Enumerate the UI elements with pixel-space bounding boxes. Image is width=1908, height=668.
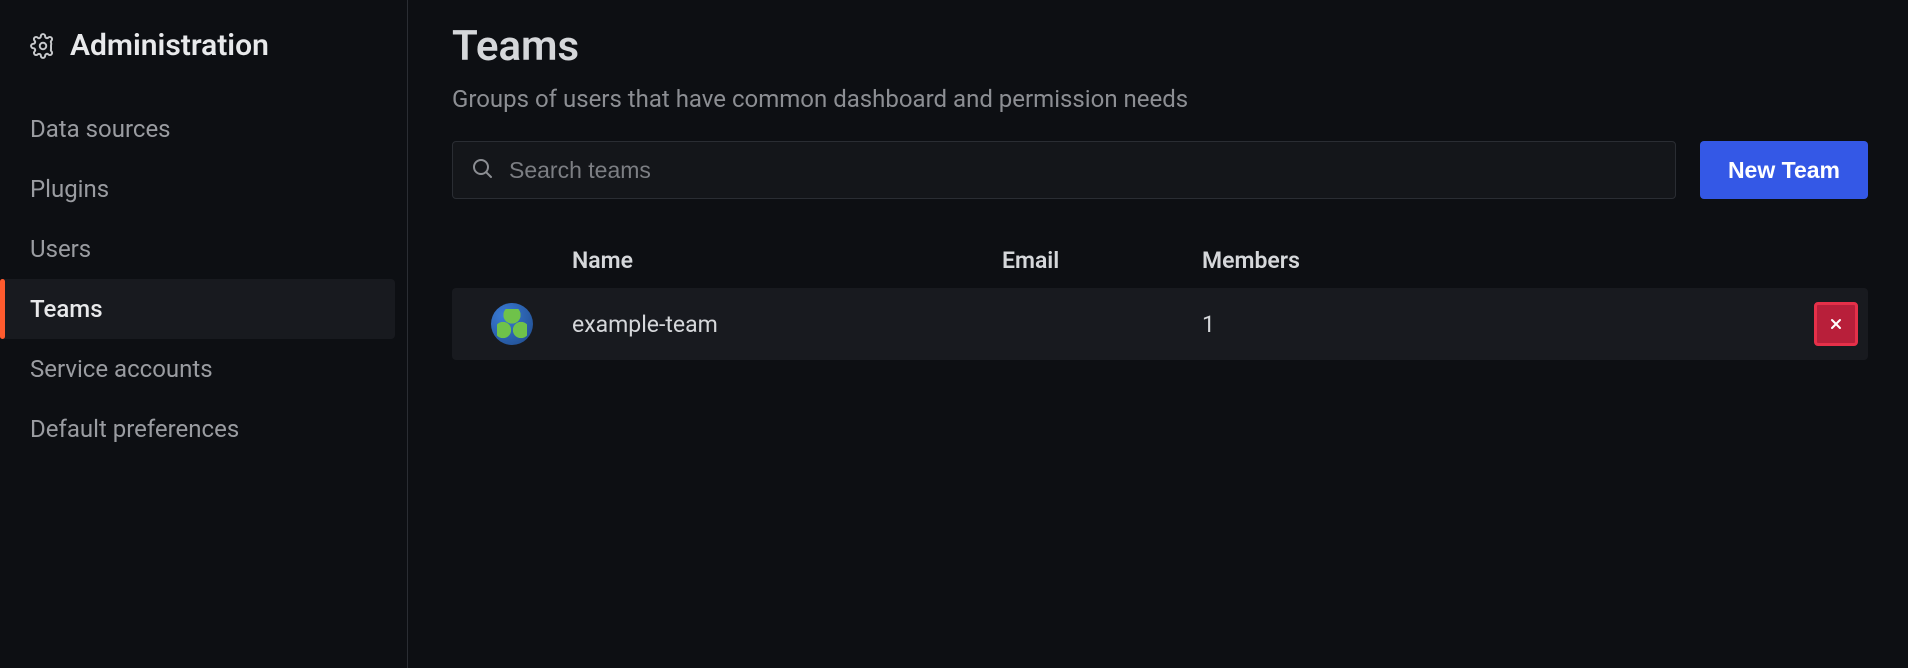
sidebar-item-label: Data sources: [30, 115, 171, 143]
team-avatar: [491, 303, 533, 345]
cell-members: 1: [1202, 311, 1502, 338]
page-title: Teams: [452, 22, 1868, 71]
table-row[interactable]: example-team 1: [452, 288, 1868, 360]
cell-name: example-team: [572, 311, 1002, 338]
sidebar-item-label: Users: [30, 235, 91, 263]
sidebar-item-users[interactable]: Users: [0, 219, 407, 279]
search-wrapper: [452, 141, 1676, 199]
sidebar-item-service-accounts[interactable]: Service accounts: [0, 339, 407, 399]
sidebar-item-default-preferences[interactable]: Default preferences: [0, 399, 407, 459]
sidebar: Administration Data sources Plugins User…: [0, 0, 408, 668]
sidebar-item-plugins[interactable]: Plugins: [0, 159, 407, 219]
table-header: Name Email Members: [452, 233, 1868, 288]
sidebar-title: Administration: [70, 28, 269, 63]
search-input[interactable]: [452, 141, 1676, 199]
header-members: Members: [1202, 247, 1502, 274]
sidebar-item-label: Default preferences: [30, 415, 239, 443]
new-team-button[interactable]: New Team: [1700, 141, 1868, 199]
header-email: Email: [1002, 247, 1202, 274]
header-name: Name: [572, 247, 1002, 274]
teams-table: Name Email Members example-team 1: [452, 233, 1868, 360]
close-icon: [1828, 316, 1844, 332]
sidebar-item-data-sources[interactable]: Data sources: [0, 99, 407, 159]
page-subtitle: Groups of users that have common dashboa…: [452, 85, 1868, 113]
sidebar-item-label: Teams: [30, 295, 103, 323]
delete-team-button[interactable]: [1814, 302, 1858, 346]
sidebar-item-label: Service accounts: [30, 355, 213, 383]
toolbar: New Team: [452, 141, 1868, 199]
main-content: Teams Groups of users that have common d…: [408, 0, 1908, 668]
sidebar-header: Administration: [0, 28, 407, 99]
sidebar-item-teams[interactable]: Teams: [0, 279, 395, 339]
sidebar-item-label: Plugins: [30, 175, 109, 203]
gear-icon: [30, 33, 56, 59]
